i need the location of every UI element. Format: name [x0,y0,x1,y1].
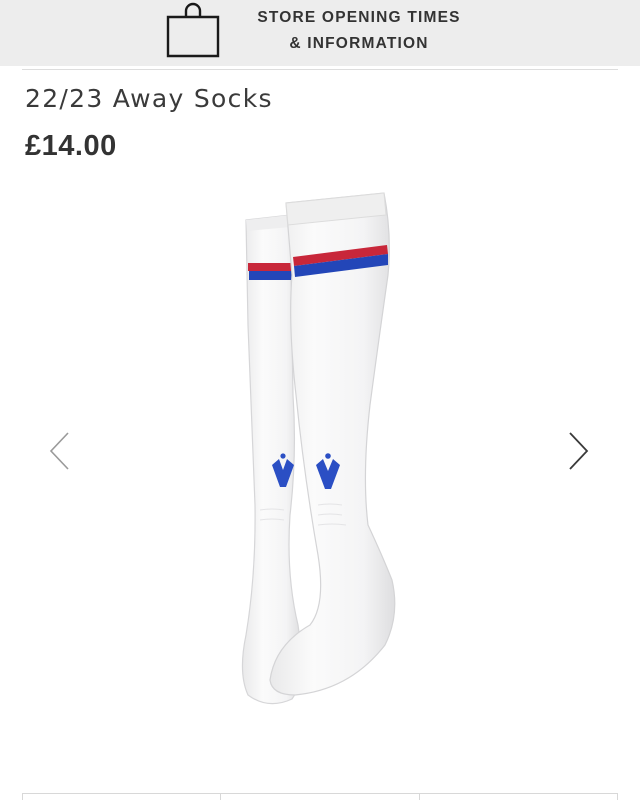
option-cell[interactable] [420,794,618,800]
shopping-bag-icon [166,2,220,58]
store-info-banner[interactable]: STORE OPENING TIMES & INFORMATION [0,0,640,66]
chevron-right-icon[interactable] [564,428,594,474]
header-divider [22,69,618,70]
option-cell[interactable] [22,794,222,800]
option-cell[interactable] [221,794,420,800]
product-price: £14.00 [25,130,117,162]
product-image [241,192,396,705]
store-info-link[interactable]: STORE OPENING TIMES & INFORMATION [224,5,494,57]
banner-line-1: STORE OPENING TIMES [257,9,461,26]
chevron-left-icon[interactable] [44,428,74,474]
banner-line-2: & INFORMATION [289,35,429,52]
product-title: 22/23 Away Socks [25,84,273,113]
product-image-gallery[interactable] [0,175,640,785]
